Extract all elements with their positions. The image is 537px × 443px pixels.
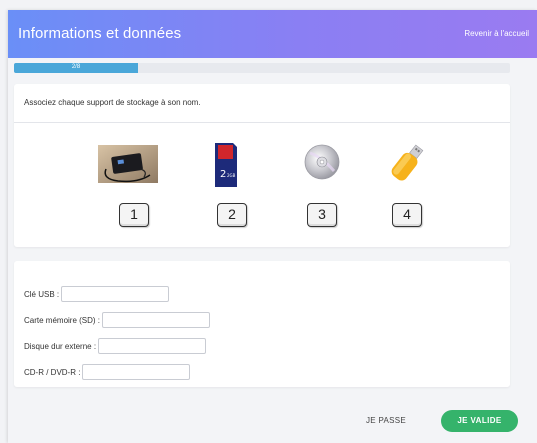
- page-title: Informations et données: [18, 25, 182, 42]
- usb-key-icon: [391, 144, 424, 181]
- question-instruction: Associez chaque support de stockage à so…: [24, 98, 201, 107]
- sd-card-icon: 2 2GB: [215, 143, 237, 187]
- usb-label: Clé USB :: [24, 289, 60, 299]
- page-header: Informations et données Revenir à l'accu…: [8, 10, 537, 58]
- divider: [14, 122, 510, 123]
- external-hard-drive-icon: [98, 145, 158, 183]
- back-to-home-link[interactable]: Revenir à l'accueil: [464, 29, 529, 38]
- svg-text:2: 2: [220, 169, 226, 180]
- hdd-input[interactable]: [98, 338, 207, 354]
- submit-button[interactable]: JE VALIDE: [441, 410, 518, 432]
- sd-input[interactable]: [102, 312, 211, 328]
- progress-label: 2/8: [71, 64, 81, 70]
- skip-button[interactable]: JE PASSE: [366, 416, 406, 425]
- cd-label: CD-R / DVD-R :: [24, 367, 81, 377]
- progress-bar: 2/8: [14, 63, 510, 73]
- hdd-label: Disque dur externe :: [24, 341, 97, 351]
- usb-input[interactable]: [61, 286, 170, 302]
- form-row-cd: CD-R / DVD-R :: [24, 363, 191, 381]
- media-number-2: 2: [217, 203, 247, 227]
- cd-input[interactable]: [82, 364, 191, 380]
- cd-dvd-icon: [304, 144, 340, 180]
- media-number-1: 1: [119, 203, 149, 227]
- sd-label: Carte mémoire (SD) :: [24, 315, 101, 325]
- progress-fill: 2/8: [14, 63, 138, 73]
- media-number-3: 3: [307, 203, 337, 227]
- media-number-4: 4: [392, 203, 422, 227]
- question-card: Associez chaque support de stockage à so…: [14, 84, 510, 247]
- answer-form: Clé USB : Carte mémoire (SD) : Disque du…: [14, 261, 510, 387]
- form-row-sd: Carte mémoire (SD) :: [24, 311, 211, 329]
- svg-text:2GB: 2GB: [227, 173, 236, 178]
- form-row-hdd: Disque dur externe :: [24, 337, 207, 355]
- form-row-usb: Clé USB :: [24, 285, 170, 303]
